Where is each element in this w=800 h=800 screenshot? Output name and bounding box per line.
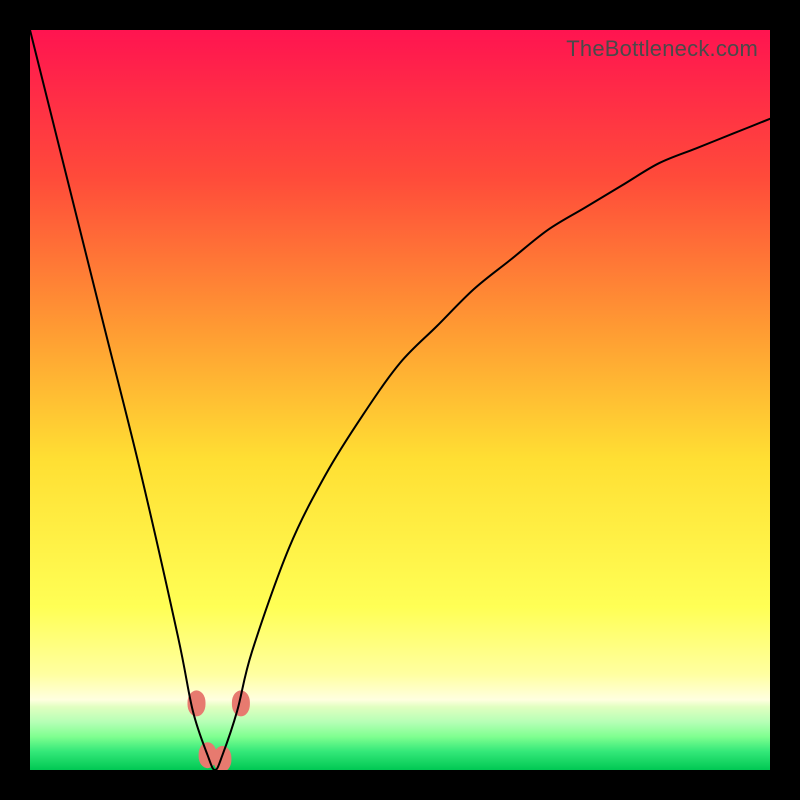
bottleneck-curve <box>30 30 770 770</box>
plot-frame: TheBottleneck.com <box>30 30 770 770</box>
